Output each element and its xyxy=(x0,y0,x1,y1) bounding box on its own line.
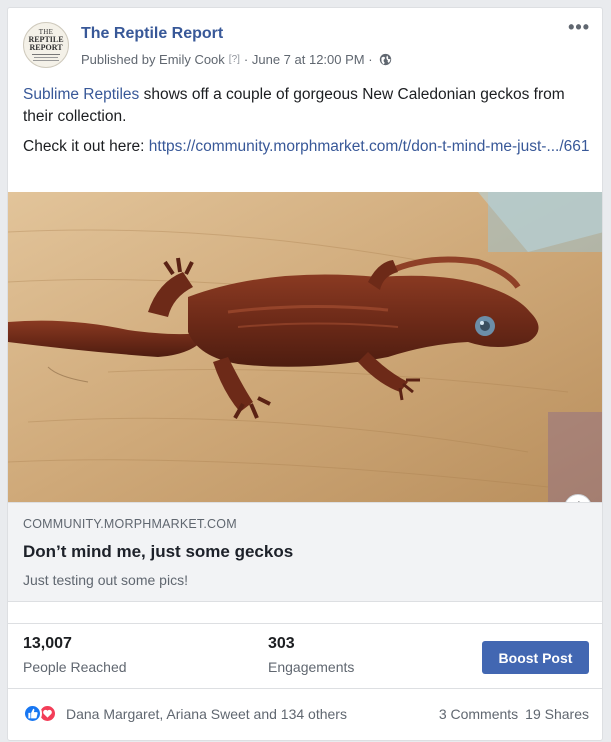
reaction-names[interactable]: Dana Margaret, Ariana Sweet and 134 othe… xyxy=(66,706,347,722)
post-text-line1: Sublime Reptiles shows off a couple of g… xyxy=(23,84,591,128)
post-text-prefix: Check it out here: xyxy=(23,138,149,155)
engagements-stat[interactable]: 303 Engagements xyxy=(268,635,354,675)
globe-icon[interactable] xyxy=(379,53,392,66)
engagements-value: 303 xyxy=(268,635,295,652)
page-name-link[interactable]: The Reptile Report xyxy=(81,25,223,43)
help-marker[interactable]: [?] xyxy=(229,54,240,65)
preview-description: Just testing out some pics! xyxy=(23,572,188,588)
post-insights: 13,007 People Reached 303 Engagements Bo… xyxy=(8,623,602,688)
post-date[interactable]: · June 7 at 12:00 PM · xyxy=(244,52,373,67)
post-text: Sublime Reptiles shows off a couple of g… xyxy=(23,84,591,166)
comments-count[interactable]: 3 Comments xyxy=(439,706,518,722)
people-reached-value: 13,007 xyxy=(23,635,72,652)
reactions-bar: Dana Margaret, Ariana Sweet and 134 othe… xyxy=(8,688,602,738)
post-url-link[interactable]: https://community.morphmarket.com/t/don-… xyxy=(149,138,590,155)
engagements-label: Engagements xyxy=(268,659,355,675)
post-header: THE REPTILE REPORT The Reptile Report Pu… xyxy=(8,8,602,78)
gecko-photo-illustration xyxy=(8,192,602,502)
people-reached-stat[interactable]: 13,007 People Reached xyxy=(23,635,127,675)
post-meta: Published by Emily Cook [?] · June 7 at … xyxy=(81,52,392,67)
link-preview[interactable]: COMMUNITY.MORPHMARKET.COM Don’t mind me,… xyxy=(8,502,602,602)
reaction-icons[interactable] xyxy=(23,704,63,724)
gecko-photo[interactable] xyxy=(8,192,602,502)
published-by[interactable]: Published by Emily Cook xyxy=(81,52,225,67)
page-avatar[interactable]: THE REPTILE REPORT xyxy=(23,22,69,68)
like-icon xyxy=(23,704,42,723)
avatar-rule xyxy=(33,60,59,61)
post-text-line2: Check it out here: https://community.mor… xyxy=(23,136,591,158)
avatar-rule xyxy=(32,54,60,55)
avatar-text-3: REPORT xyxy=(29,43,63,52)
engagement-counts: 3 Comments 19 Shares xyxy=(439,706,589,722)
preview-domain: COMMUNITY.MORPHMARKET.COM xyxy=(23,517,237,531)
boost-post-button[interactable]: Boost Post xyxy=(482,641,589,674)
avatar-rule xyxy=(34,57,58,58)
preview-title[interactable]: Don’t mind me, just some geckos xyxy=(23,542,293,562)
shares-count[interactable]: 19 Shares xyxy=(525,706,589,722)
mention-link[interactable]: Sublime Reptiles xyxy=(23,86,139,103)
people-reached-label: People Reached xyxy=(23,659,127,675)
post-card: THE REPTILE REPORT The Reptile Report Pu… xyxy=(7,7,603,741)
more-options-icon[interactable]: ••• xyxy=(568,18,590,36)
